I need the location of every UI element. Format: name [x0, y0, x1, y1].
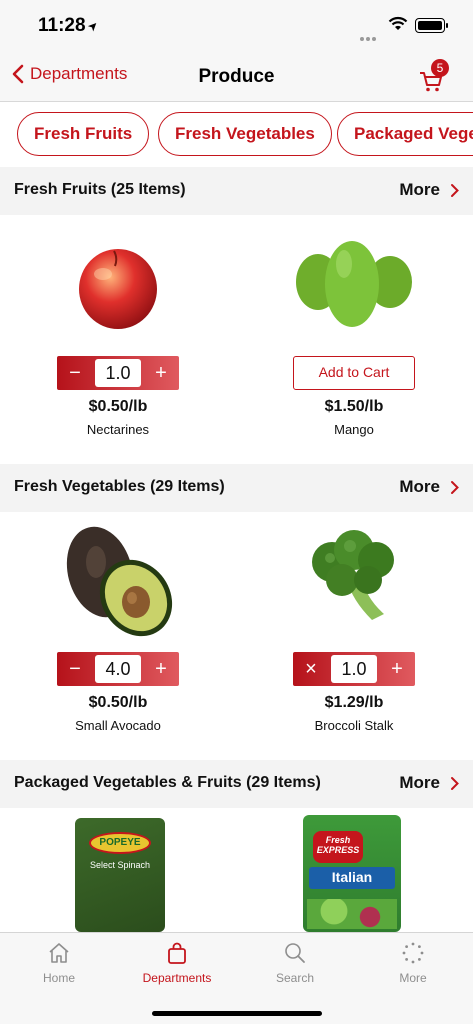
battery-icon [415, 18, 448, 33]
back-label: Departments [30, 64, 128, 83]
remove-button[interactable]: × [293, 652, 329, 686]
more-button[interactable]: More [399, 180, 459, 200]
more-button[interactable]: More [399, 477, 459, 497]
cart-button[interactable]: 5 [418, 59, 452, 92]
tab-more[interactable]: More [354, 941, 472, 985]
chip-fresh-vegetables[interactable]: Fresh Vegetables [158, 112, 332, 156]
spinach-package-image: POPEYE Select Spinach [75, 818, 165, 932]
increment-button[interactable]: + [143, 652, 179, 686]
product-card[interactable]: − 1.0 + $0.50/lb Nectarines [28, 234, 208, 437]
decrement-button[interactable]: − [57, 652, 93, 686]
product-name: Nectarines [86, 422, 150, 437]
product-price: $1.50/lb [324, 398, 384, 415]
status-bar: 11:28 ➤ [0, 0, 473, 59]
section-header-fresh-vegetables: Fresh Vegetables (29 Items) More [0, 464, 473, 512]
nav-bar: Departments Produce 5 [0, 50, 473, 102]
decrement-button[interactable]: − [57, 356, 93, 390]
category-chips: Fresh Fruits Fresh Vegetables Packaged V… [0, 103, 473, 165]
product-card[interactable]: Fresh EXPRESS Italian [292, 815, 412, 932]
product-name: Broccoli Stalk [314, 718, 394, 733]
avocado-image [66, 526, 173, 637]
home-indicator [152, 1011, 322, 1016]
section-title: Fresh Vegetables (29 Items) [14, 478, 225, 495]
chip-packaged-vegetables[interactable]: Packaged Vegetables & Fruits [337, 112, 473, 156]
package-text: Italian [331, 869, 373, 885]
salad-package-image: Fresh EXPRESS Italian [303, 815, 401, 932]
tab-bar: Home Departments Search More [0, 932, 473, 1024]
tab-departments[interactable]: Departments [118, 941, 236, 985]
back-button[interactable]: Departments [12, 64, 127, 84]
quantity-value[interactable]: 4.0 [95, 655, 141, 683]
product-card[interactable]: × 1.0 + $1.29/lb Broccoli Stalk [264, 520, 444, 733]
chevron-right-icon [451, 183, 459, 197]
broccoli-image [312, 530, 394, 620]
chip-fresh-fruits[interactable]: Fresh Fruits [17, 112, 150, 156]
search-icon [285, 943, 305, 963]
section-header-packaged: Packaged Vegetables & Fruits (29 Items) … [0, 760, 473, 808]
nectarine-image [79, 249, 157, 329]
cart-count-badge: 5 [431, 59, 449, 77]
tab-label: Home [42, 971, 75, 985]
status-time: 11:28 [38, 15, 86, 36]
tab-label: Departments [142, 971, 212, 985]
increment-button[interactable]: + [143, 356, 179, 390]
quantity-value[interactable]: 1.0 [331, 655, 377, 683]
quantity-stepper[interactable]: − 4.0 + [57, 652, 179, 686]
product-name: Mango [334, 422, 374, 437]
more-button[interactable]: More [399, 773, 459, 793]
increment-button[interactable]: + [379, 652, 415, 686]
tab-home[interactable]: Home [0, 941, 118, 985]
quantity-stepper[interactable]: × 1.0 + [293, 652, 415, 686]
more-icon [402, 942, 424, 964]
product-price: $0.50/lb [88, 694, 148, 711]
tab-label: More [399, 971, 427, 985]
chevron-left-icon [12, 64, 24, 84]
more-label: More [399, 180, 440, 199]
home-icon [49, 943, 69, 963]
product-name: Small Avocado [75, 718, 161, 733]
more-label: More [399, 773, 440, 792]
section-title: Fresh Fruits (25 Items) [14, 181, 186, 198]
tab-search[interactable]: Search [236, 941, 354, 985]
bag-icon [168, 942, 186, 964]
product-price: $1.29/lb [324, 694, 384, 711]
section-header-fresh-fruits: Fresh Fruits (25 Items) More [0, 167, 473, 215]
product-price: $0.50/lb [88, 398, 148, 415]
product-card[interactable]: − 4.0 + $0.50/lb Small Avocado [28, 520, 208, 733]
location-arrow-icon: ➤ [84, 17, 102, 35]
mango-image [292, 238, 416, 334]
signal-icon [360, 28, 382, 59]
product-card[interactable]: POPEYE Select Spinach [60, 818, 180, 932]
product-card[interactable]: Add to Cart $1.50/lb Mango [264, 234, 444, 437]
wifi-icon [388, 16, 408, 30]
package-brand: Fresh EXPRESS [316, 835, 360, 855]
tab-label: Search [275, 971, 315, 985]
add-to-cart-button[interactable]: Add to Cart [293, 356, 415, 390]
chevron-right-icon [451, 776, 459, 790]
quantity-stepper[interactable]: − 1.0 + [57, 356, 179, 390]
quantity-value[interactable]: 1.0 [95, 359, 141, 387]
chevron-right-icon [451, 480, 459, 494]
package-brand: POPEYE [99, 837, 141, 848]
more-label: More [399, 477, 440, 496]
package-text: Select Spinach [89, 860, 151, 870]
section-title: Packaged Vegetables & Fruits (29 Items) [14, 774, 321, 791]
